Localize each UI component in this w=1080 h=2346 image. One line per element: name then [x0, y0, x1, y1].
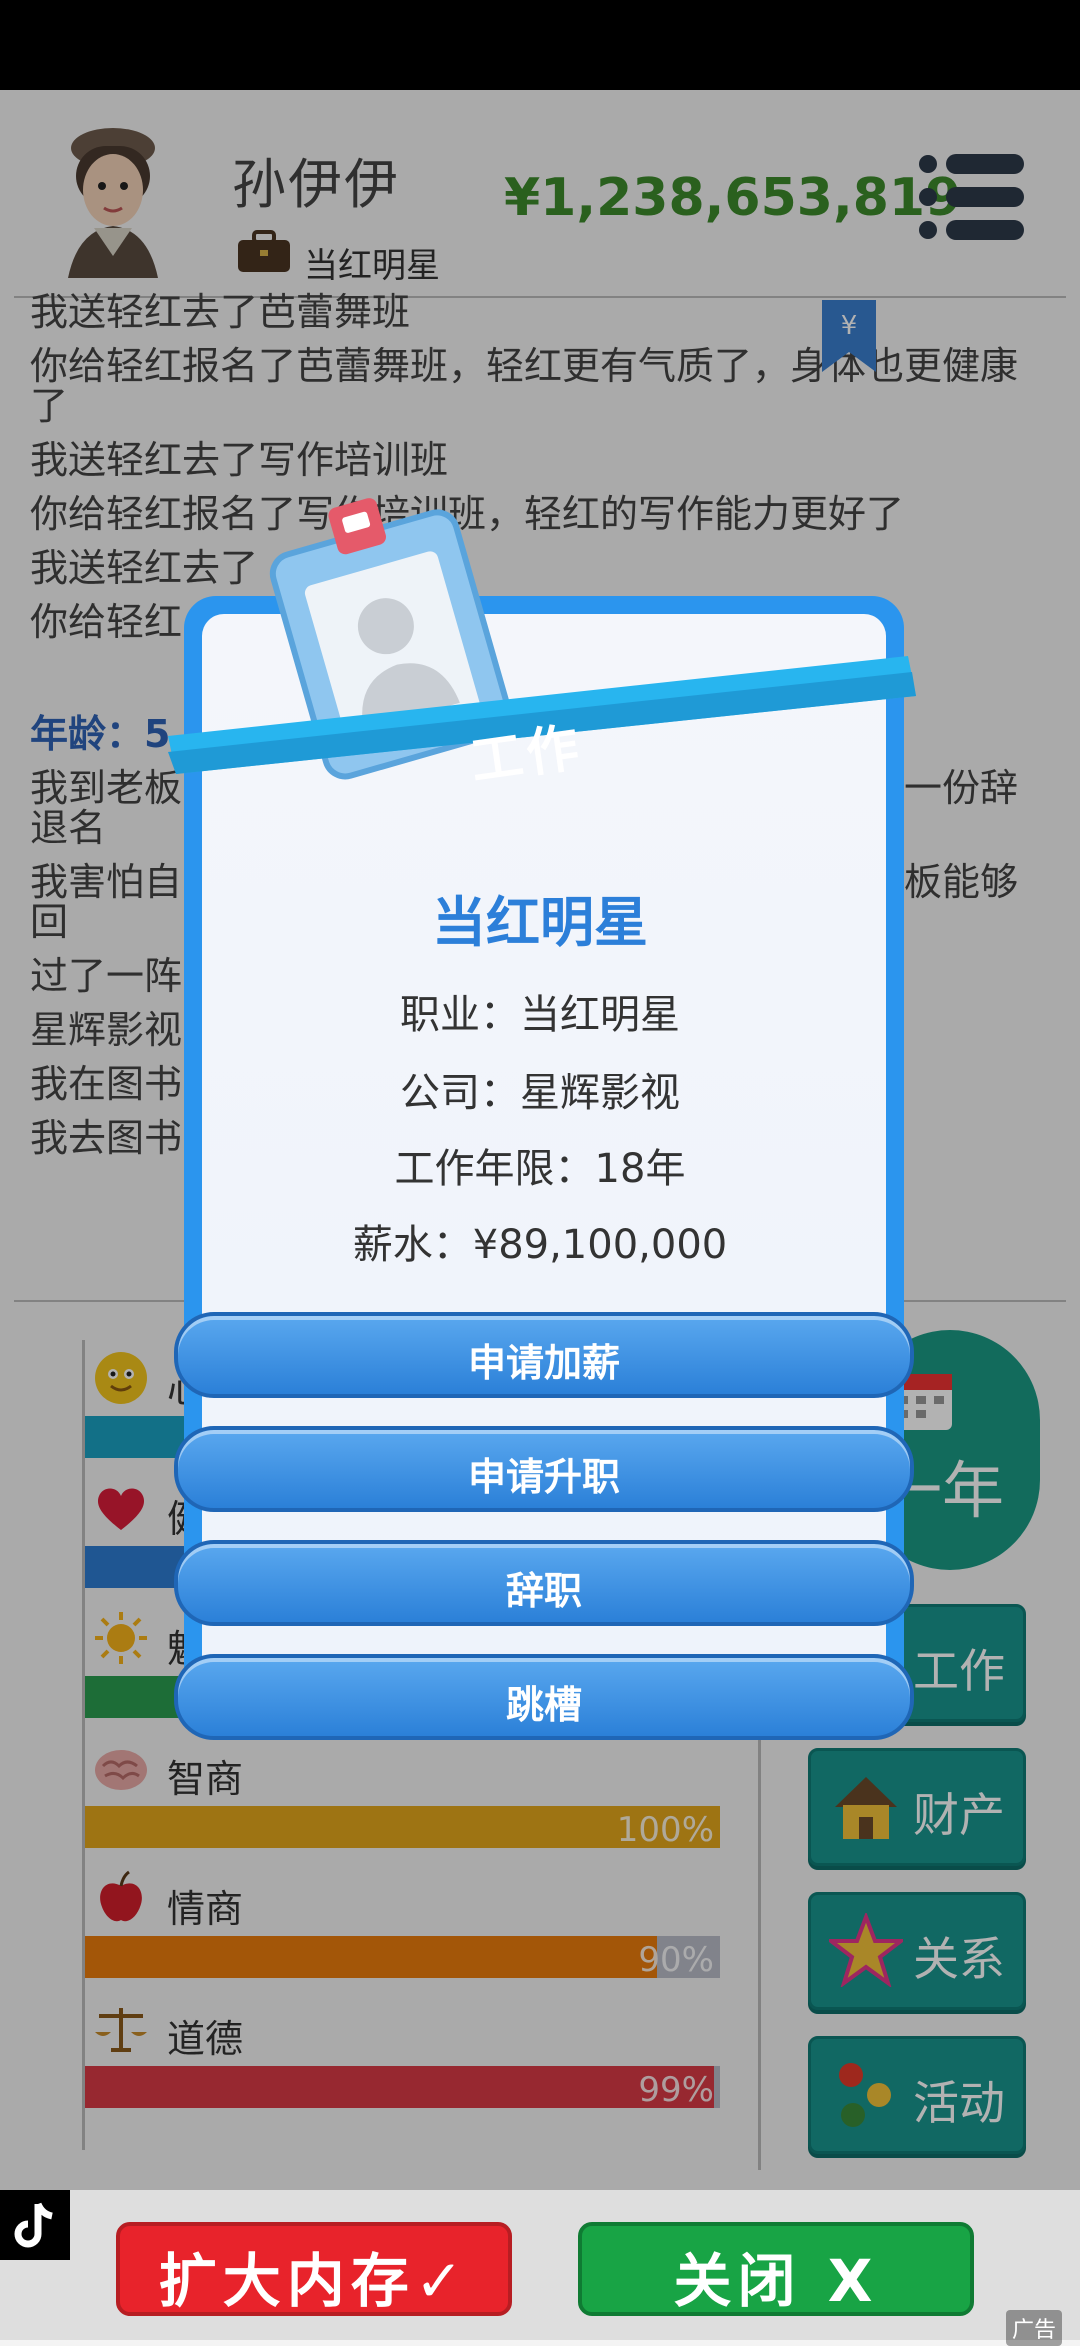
modal-banner-title: 工作 [467, 717, 587, 793]
ad-expand-label: 扩大内存✓ [158, 2247, 470, 2315]
modal-job-title: 当红明星 [432, 891, 648, 954]
tiktok-icon[interactable] [0, 2190, 70, 2260]
job-hop-label: 跳槽 [505, 1683, 582, 1727]
years-text: 工作年限：18年 [394, 1146, 686, 1192]
resign-button[interactable]: 辞职 [174, 1540, 914, 1626]
status-bar [0, 0, 1080, 90]
resign-label: 辞职 [505, 1569, 582, 1613]
salary-text: 薪水：¥89,100,000 [352, 1222, 728, 1268]
company-text: 公司：星辉影视 [400, 1070, 680, 1116]
request-raise-button[interactable]: 申请加薪 [174, 1312, 914, 1398]
ad-close-button[interactable]: 关闭 X [578, 2222, 974, 2316]
ad-expand-memory-button[interactable]: 扩大内存✓ [116, 2222, 512, 2316]
job-hop-button[interactable]: 跳槽 [174, 1654, 914, 1740]
request-raise-label: 申请加薪 [467, 1341, 620, 1385]
occupation-text: 职业：当红明星 [400, 992, 680, 1038]
ad-close-label: 关闭 X [673, 2247, 879, 2315]
ad-tag: 广告 [1006, 2310, 1063, 2346]
request-promotion-label: 申请升职 [467, 1455, 620, 1499]
request-promotion-button[interactable]: 申请升职 [174, 1426, 914, 1512]
